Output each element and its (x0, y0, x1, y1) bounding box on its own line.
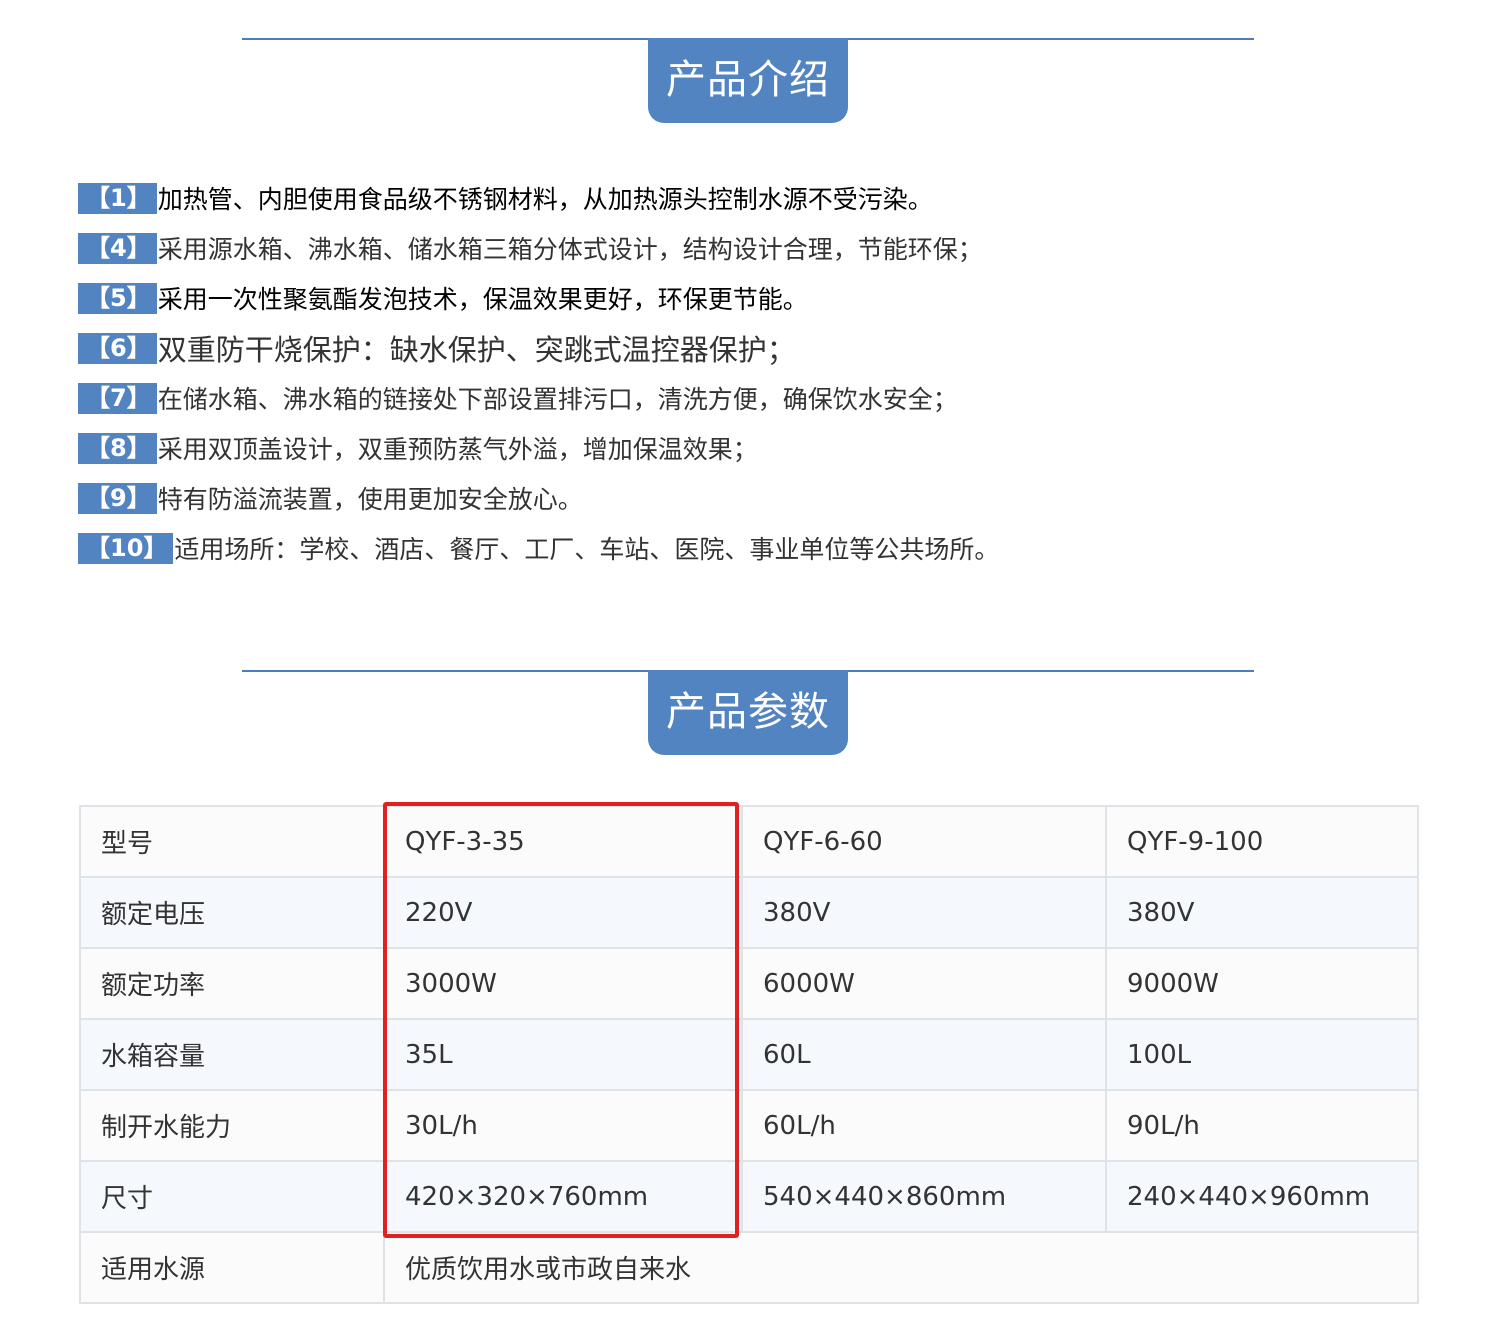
model-a-value: 3000W (383, 947, 743, 1020)
model-b-value: 60L/h (741, 1089, 1107, 1162)
feature-number: 【9】 (78, 482, 157, 514)
feature-number: 【8】 (78, 432, 157, 464)
feature-number: 【1】 (78, 182, 157, 214)
feature-list: 【1】 加热管、内胆使用食品级不锈钢材料，从加热源头控制水源不受污染。 【4】 … (78, 173, 1378, 573)
feature-text: 在储水箱、沸水箱的链接处下部设置排污口，清洗方便，确保饮水安全； (157, 385, 958, 414)
feature-item: 【8】 采用双顶盖设计，双重预防蒸气外溢，增加保温效果； (78, 423, 1378, 473)
model-c-value: 9000W (1105, 947, 1419, 1020)
feature-text: 双重防干烧保护：缺水保护、突跳式温控器保护； (157, 333, 796, 367)
feature-item: 【1】 加热管、内胆使用食品级不锈钢材料，从加热源头控制水源不受污染。 (78, 173, 1378, 223)
table-row: 尺寸 420×320×760mm 540×440×860mm 240×440×9… (79, 1160, 1419, 1233)
table-row: 额定功率 3000W 6000W 9000W (79, 947, 1419, 1020)
feature-number: 【5】 (78, 282, 157, 314)
intro-title: 产品介绍 (648, 38, 848, 123)
feature-text: 采用一次性聚氨酯发泡技术，保温效果更好，环保更节能。 (157, 285, 808, 314)
table-row: 适用水源 优质饮用水或市政自来水 (79, 1231, 1419, 1304)
model-c-value: 240×440×960mm (1105, 1160, 1419, 1233)
row-label: 制开水能力 (79, 1089, 385, 1162)
row-label: 额定电压 (79, 876, 385, 949)
model-b-value: 540×440×860mm (741, 1160, 1107, 1233)
model-c-value: 100L (1105, 1018, 1419, 1091)
params-section-header: 产品参数 (242, 670, 1254, 760)
table-row: 额定电压 220V 380V 380V (79, 876, 1419, 949)
params-table: 型号 QYF-3-35 QYF-6-60 QYF-9-100 额定电压 220V… (79, 805, 1419, 1304)
model-c-value: QYF-9-100 (1105, 805, 1419, 878)
model-a-value: 220V (383, 876, 743, 949)
feature-item: 【4】 采用源水箱、沸水箱、储水箱三箱分体式设计，结构设计合理，节能环保； (78, 223, 1378, 273)
feature-text: 加热管、内胆使用食品级不锈钢材料，从加热源头控制水源不受污染。 (157, 185, 933, 214)
water-source-value: 优质饮用水或市政自来水 (383, 1231, 1419, 1304)
model-a-value: 35L (383, 1018, 743, 1091)
row-label: 额定功率 (79, 947, 385, 1020)
feature-item: 【9】 特有防溢流装置，使用更加安全放心。 (78, 473, 1378, 523)
model-b-value: 60L (741, 1018, 1107, 1091)
feature-text: 采用源水箱、沸水箱、储水箱三箱分体式设计，结构设计合理，节能环保； (157, 235, 983, 264)
feature-item: 【10】 适用场所：学校、酒店、餐厅、工厂、车站、医院、事业单位等公共场所。 (78, 523, 1378, 573)
feature-text: 特有防溢流装置，使用更加安全放心。 (157, 485, 583, 514)
table-row: 制开水能力 30L/h 60L/h 90L/h (79, 1089, 1419, 1162)
feature-item: 【6】 双重防干烧保护：缺水保护、突跳式温控器保护； (78, 323, 1378, 373)
feature-number: 【7】 (78, 382, 157, 414)
table-row: 水箱容量 35L 60L 100L (79, 1018, 1419, 1091)
feature-text: 适用场所：学校、酒店、餐厅、工厂、车站、医院、事业单位等公共场所。 (174, 535, 1000, 564)
feature-item: 【5】 采用一次性聚氨酯发泡技术，保温效果更好，环保更节能。 (78, 273, 1378, 323)
row-label: 尺寸 (79, 1160, 385, 1233)
feature-number: 【4】 (78, 232, 157, 264)
feature-number: 【10】 (78, 532, 174, 564)
feature-item: 【7】 在储水箱、沸水箱的链接处下部设置排污口，清洗方便，确保饮水安全； (78, 373, 1378, 423)
model-b-value: 380V (741, 876, 1107, 949)
model-a-value: QYF-3-35 (383, 805, 743, 878)
feature-text: 采用双顶盖设计，双重预防蒸气外溢，增加保温效果； (157, 435, 758, 464)
model-c-value: 380V (1105, 876, 1419, 949)
model-b-value: QYF-6-60 (741, 805, 1107, 878)
model-a-value: 420×320×760mm (383, 1160, 743, 1233)
params-title: 产品参数 (648, 670, 848, 755)
model-c-value: 90L/h (1105, 1089, 1419, 1162)
row-label: 型号 (79, 805, 385, 878)
model-a-value: 30L/h (383, 1089, 743, 1162)
table-row: 型号 QYF-3-35 QYF-6-60 QYF-9-100 (79, 805, 1419, 878)
feature-number: 【6】 (78, 332, 157, 364)
row-label: 水箱容量 (79, 1018, 385, 1091)
row-label: 适用水源 (79, 1231, 385, 1304)
model-b-value: 6000W (741, 947, 1107, 1020)
intro-section-header: 产品介绍 (242, 38, 1254, 128)
